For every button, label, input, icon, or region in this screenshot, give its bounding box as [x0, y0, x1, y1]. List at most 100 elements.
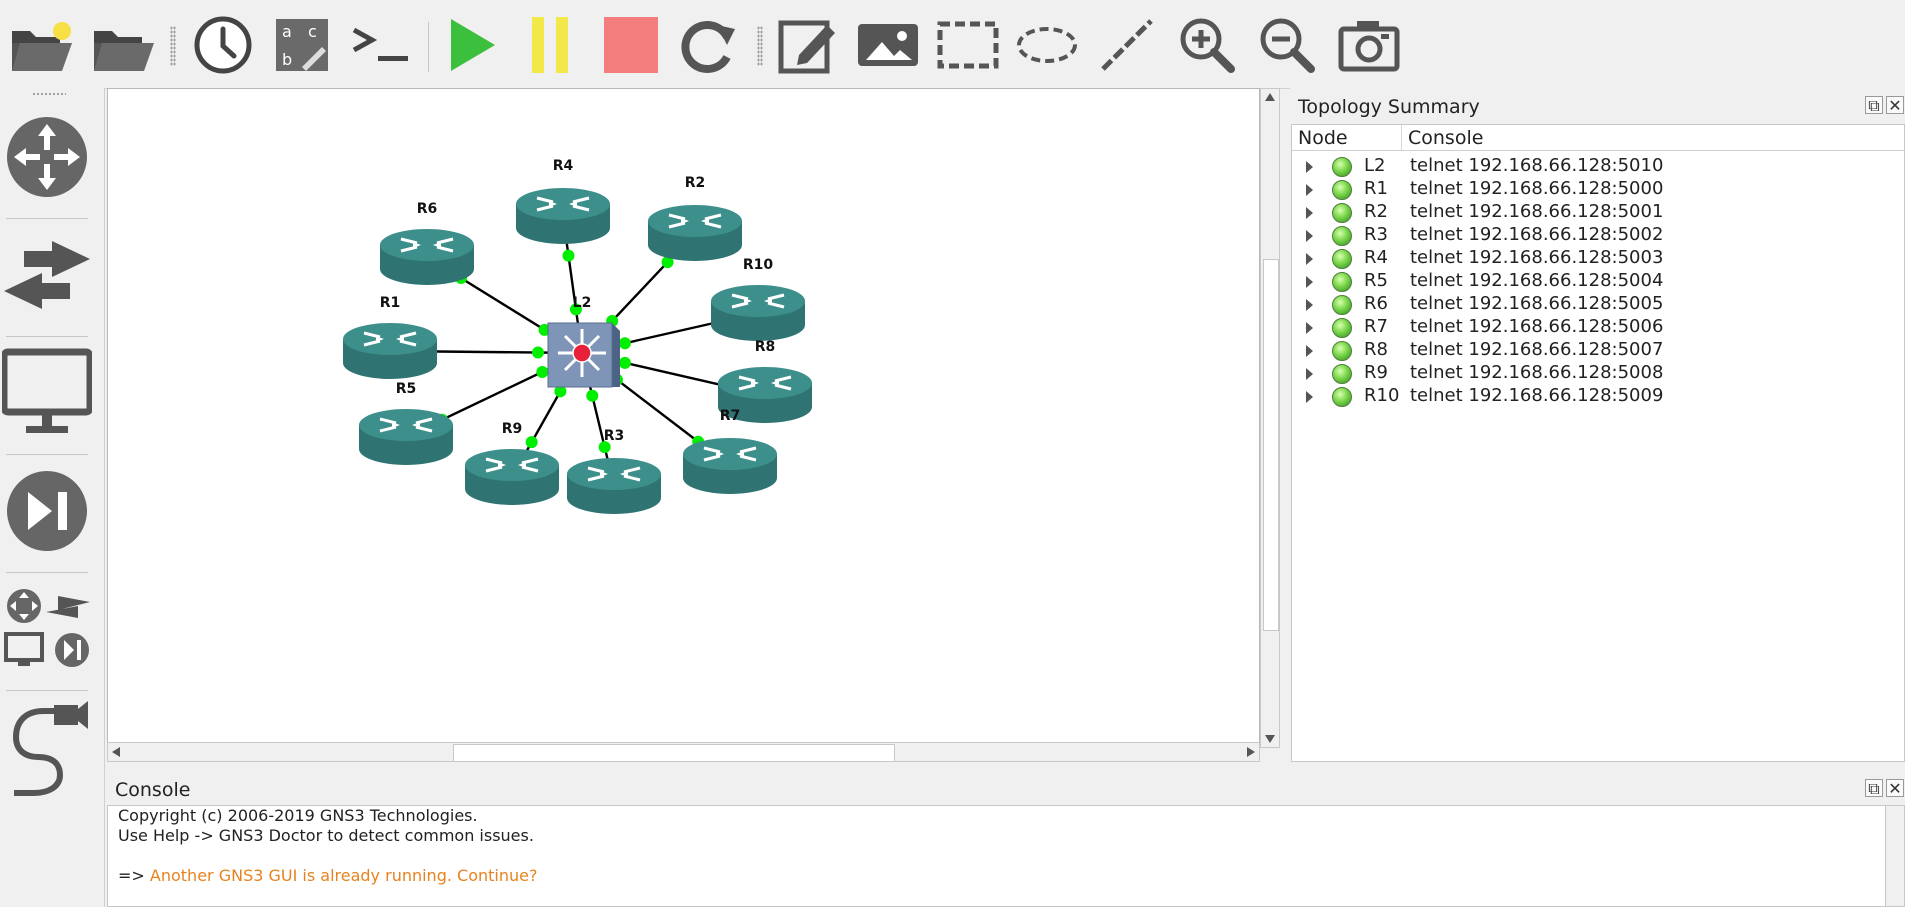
- suspend-all-icon[interactable]: [515, 10, 585, 80]
- status-led-icon: [1332, 180, 1352, 200]
- stop-all-icon[interactable]: [595, 10, 665, 80]
- expand-arrow-icon[interactable]: [1306, 276, 1313, 288]
- node-name: L2: [1364, 155, 1386, 176]
- node-label: R10: [743, 257, 774, 273]
- column-header-console[interactable]: Console: [1402, 125, 1904, 151]
- node-name: R8: [1364, 339, 1388, 360]
- expand-arrow-icon[interactable]: [1306, 184, 1313, 196]
- status-led-icon: [1332, 272, 1352, 292]
- reload-all-icon[interactable]: [674, 10, 744, 80]
- node-name: R2: [1364, 201, 1388, 222]
- status-led-icon: [1332, 318, 1352, 338]
- switch-l2[interactable]: [547, 322, 620, 388]
- insert-image-icon[interactable]: [853, 10, 923, 80]
- new-project-icon[interactable]: [6, 10, 76, 80]
- node-name: R7: [1364, 316, 1388, 337]
- topology-row[interactable]: R10 telnet 192.168.66.128:5009: [1292, 383, 1904, 411]
- console-scrollbar[interactable]: [1885, 806, 1904, 906]
- router-r6[interactable]: [380, 229, 474, 285]
- add-note-icon[interactable]: [773, 10, 843, 80]
- topology-canvas[interactable]: L2 R1 R2 R3 R4 R5 R6 R7 R8 R9 R10: [107, 88, 1260, 746]
- main-toolbar: a c b: [0, 0, 1905, 89]
- status-led-icon: [1332, 341, 1352, 361]
- switches-icon[interactable]: [0, 220, 94, 330]
- canvas-horizontal-scrollbar[interactable]: [107, 742, 1260, 762]
- status-led-icon: [1332, 203, 1352, 223]
- canvas-vertical-scrollbar[interactable]: [1260, 88, 1280, 748]
- router-r4[interactable]: [516, 188, 610, 244]
- node-label: R6: [417, 201, 438, 217]
- svg-text:c: c: [308, 22, 317, 41]
- console-all-icon[interactable]: [346, 10, 416, 80]
- router-r1[interactable]: [343, 323, 437, 379]
- scroll-up-arrow[interactable]: [1265, 93, 1275, 101]
- node-name: R9: [1364, 362, 1388, 383]
- routers-icon[interactable]: [0, 102, 94, 212]
- close-panel-icon[interactable]: ✕: [1886, 96, 1904, 115]
- column-header-node[interactable]: Node: [1292, 125, 1402, 151]
- snapshot-clock-icon[interactable]: [188, 10, 258, 80]
- expand-arrow-icon[interactable]: [1306, 207, 1313, 219]
- draw-ellipse-icon[interactable]: [1012, 10, 1082, 80]
- status-led-icon: [1332, 295, 1352, 315]
- float-panel-icon[interactable]: ⧉: [1865, 779, 1883, 798]
- open-project-icon[interactable]: [88, 10, 158, 80]
- show-interface-labels-icon[interactable]: a c b: [267, 10, 337, 80]
- node-console: telnet 192.168.66.128:5005: [1410, 293, 1664, 314]
- router-r7[interactable]: [683, 438, 777, 494]
- status-led-icon: [1332, 387, 1352, 407]
- node-console: telnet 192.168.66.128:5003: [1410, 247, 1664, 268]
- node-console: telnet 192.168.66.128:5007: [1410, 339, 1664, 360]
- console-warning-line: => Another GNS3 GUI is already running. …: [118, 866, 537, 885]
- start-all-icon[interactable]: [436, 10, 506, 80]
- scroll-thumb[interactable]: [453, 744, 895, 762]
- toolbar-separator: [428, 22, 429, 72]
- security-devices-icon[interactable]: [0, 456, 94, 566]
- expand-arrow-icon[interactable]: [1306, 230, 1313, 242]
- router-r10[interactable]: [711, 285, 805, 341]
- node-name: R10: [1364, 385, 1400, 406]
- zoom-in-icon[interactable]: [1172, 10, 1242, 80]
- zoom-out-icon[interactable]: [1252, 10, 1322, 80]
- expand-arrow-icon[interactable]: [1306, 345, 1313, 357]
- all-devices-icon[interactable]: [0, 574, 94, 684]
- scroll-down-arrow[interactable]: [1265, 735, 1275, 743]
- console-dock: Console ⧉ ✕ Copyright (c) 2006-2019 GNS3…: [107, 775, 1905, 907]
- router-r9[interactable]: [465, 449, 559, 505]
- node-label: R2: [685, 175, 706, 191]
- add-link-icon[interactable]: [0, 692, 94, 802]
- router-r5[interactable]: [359, 409, 453, 465]
- draw-line-icon[interactable]: [1092, 10, 1162, 80]
- scroll-thumb[interactable]: [1263, 259, 1279, 631]
- topology-summary-title: Topology Summary: [1298, 96, 1480, 118]
- expand-arrow-icon[interactable]: [1306, 368, 1313, 380]
- node-console: telnet 192.168.66.128:5002: [1410, 224, 1664, 245]
- screenshot-icon[interactable]: [1334, 10, 1404, 80]
- link-status-indicator: [532, 346, 545, 359]
- expand-arrow-icon[interactable]: [1306, 253, 1313, 265]
- scroll-left-arrow[interactable]: [112, 747, 120, 757]
- link-status-indicator: [586, 389, 599, 402]
- expand-arrow-icon[interactable]: [1306, 322, 1313, 334]
- expand-arrow-icon[interactable]: [1306, 161, 1313, 173]
- console-output[interactable]: Copyright (c) 2006-2019 GNS3 Technologie…: [107, 805, 1905, 907]
- toolbar-grip[interactable]: [757, 26, 763, 66]
- dock-grip[interactable]: [32, 92, 66, 96]
- node-label: R5: [396, 381, 417, 397]
- link-status-indicator: [618, 356, 631, 369]
- draw-rectangle-icon[interactable]: [933, 10, 1003, 80]
- scroll-right-arrow[interactable]: [1247, 747, 1255, 757]
- router-r3[interactable]: [567, 458, 661, 514]
- end-devices-icon[interactable]: [0, 338, 94, 448]
- expand-arrow-icon[interactable]: [1306, 299, 1313, 311]
- topology-summary-tree[interactable]: Node Console L2 telnet 192.168.66.128:501…: [1291, 124, 1905, 762]
- toolbar-grip[interactable]: [170, 26, 176, 66]
- expand-arrow-icon[interactable]: [1306, 391, 1313, 403]
- device-dock: [0, 88, 105, 907]
- close-panel-icon[interactable]: ✕: [1886, 779, 1904, 798]
- router-r2[interactable]: [648, 205, 742, 261]
- node-label: R1: [380, 295, 401, 311]
- float-panel-icon[interactable]: ⧉: [1865, 96, 1883, 115]
- node-label: R8: [755, 339, 776, 355]
- node-console: telnet 192.168.66.128:5000: [1410, 178, 1664, 199]
